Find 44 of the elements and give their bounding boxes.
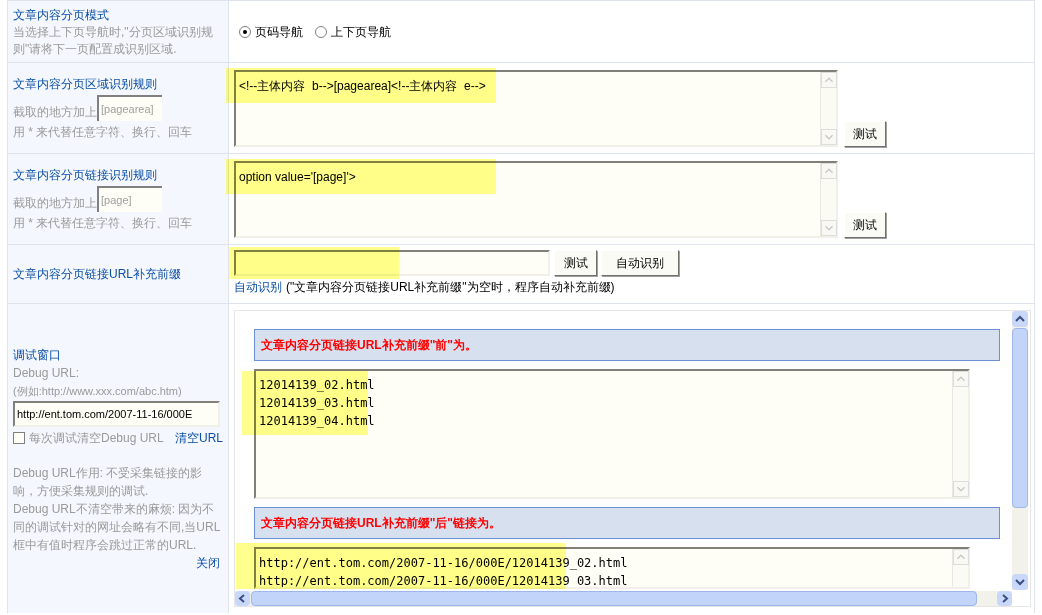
test-button[interactable]: 测试 <box>554 250 597 276</box>
close-link[interactable]: 关闭 <box>196 553 220 572</box>
debug-url-label: Debug URL: <box>13 364 81 382</box>
test-button[interactable]: 自动识别 <box>601 250 679 276</box>
text-area[interactable]: 12014139_02.html 12014139_03.html 12014139_04.html <box>254 369 970 499</box>
debug-url-field[interactable]: http://ent.tom.com/2007-11-16/000E <box>13 400 220 427</box>
scroll-down-icon[interactable] <box>1012 574 1028 590</box>
test-button[interactable]: 测试 <box>844 212 886 238</box>
radio-icon[interactable] <box>315 25 327 38</box>
scroll-thumb[interactable] <box>1012 328 1028 508</box>
field-label: 文章内容分页模式 <box>13 6 110 24</box>
field-hint: 当选择上下页导航时,"分页区域识别规则"请将下一页配置成识别区域. <box>13 23 214 58</box>
text-area[interactable]: option value='[page]'> <box>234 161 838 238</box>
scroll-up-icon[interactable] <box>1012 311 1028 327</box>
scroll-right-icon[interactable] <box>997 591 1012 606</box>
tag-field[interactable]: [page] <box>97 186 162 212</box>
prefix-note: ("文章内容分页链接URL补充前缀"为空时，程序自动补充前缀) <box>286 279 615 296</box>
field-hint: 截取的地方加上 <box>13 104 97 121</box>
debug-note: Debug URL作用: 不受采集链接的影响，方便采集规则的调试. <box>13 464 204 500</box>
field-label: 文章内容分页链接URL补充前缀 <box>13 266 182 283</box>
scrollbar[interactable] <box>952 549 968 587</box>
debug-note: Debug URL不清空带来的麻烦: 因为不同的调试针对的网址会略有不同,当URL框中有值时程序会跳过正常的URL. <box>13 500 222 554</box>
vertical-scrollbar[interactable] <box>1012 311 1028 590</box>
result-heading: 文章内容分页链接URL补充前缀"前"为。 <box>254 329 1000 361</box>
field-hint: 截取的地方加上 <box>13 195 97 212</box>
tag-field[interactable]: [pagearea] <box>97 95 162 121</box>
field-label: 文章内容分页区域识别规则 <box>13 76 158 93</box>
text-area[interactable]: <!--主体内容 b-->[pagearea]<!--主体内容 e--> <box>234 70 838 147</box>
radio-option[interactable]: 上下页导航 <box>315 22 391 41</box>
auto-detect-link[interactable]: 自动识别 <box>234 278 282 296</box>
radio-icon[interactable] <box>239 25 251 38</box>
checkbox[interactable] <box>13 431 25 444</box>
prefix-field[interactable] <box>234 250 550 276</box>
result-heading: 文章内容分页链接URL补充前缀"后"链接为。 <box>254 507 1000 539</box>
radio-option[interactable]: 页码导航 <box>239 22 303 41</box>
debug-url-example: (例如:http://www.xxx.com/abc.htm) <box>13 383 183 399</box>
field-hint: 用 * 来代替任意字符、换行、回车 <box>13 124 194 141</box>
debug-title: 调试窗口 <box>13 346 62 364</box>
field-hint: 用 * 来代替任意字符、换行、回车 <box>13 215 194 232</box>
clear-url-link[interactable]: 清空URL <box>175 428 223 447</box>
scroll-left-icon[interactable] <box>235 591 250 606</box>
field-label: 文章内容分页链接识别规则 <box>13 167 158 184</box>
text-area[interactable]: http://ent.tom.com/2007-11-16/000E/12014139_02.html http://ent.tom.com/2007-11-16/000E/12014139_03.html <box>254 547 970 589</box>
test-button[interactable]: 测试 <box>844 121 886 147</box>
